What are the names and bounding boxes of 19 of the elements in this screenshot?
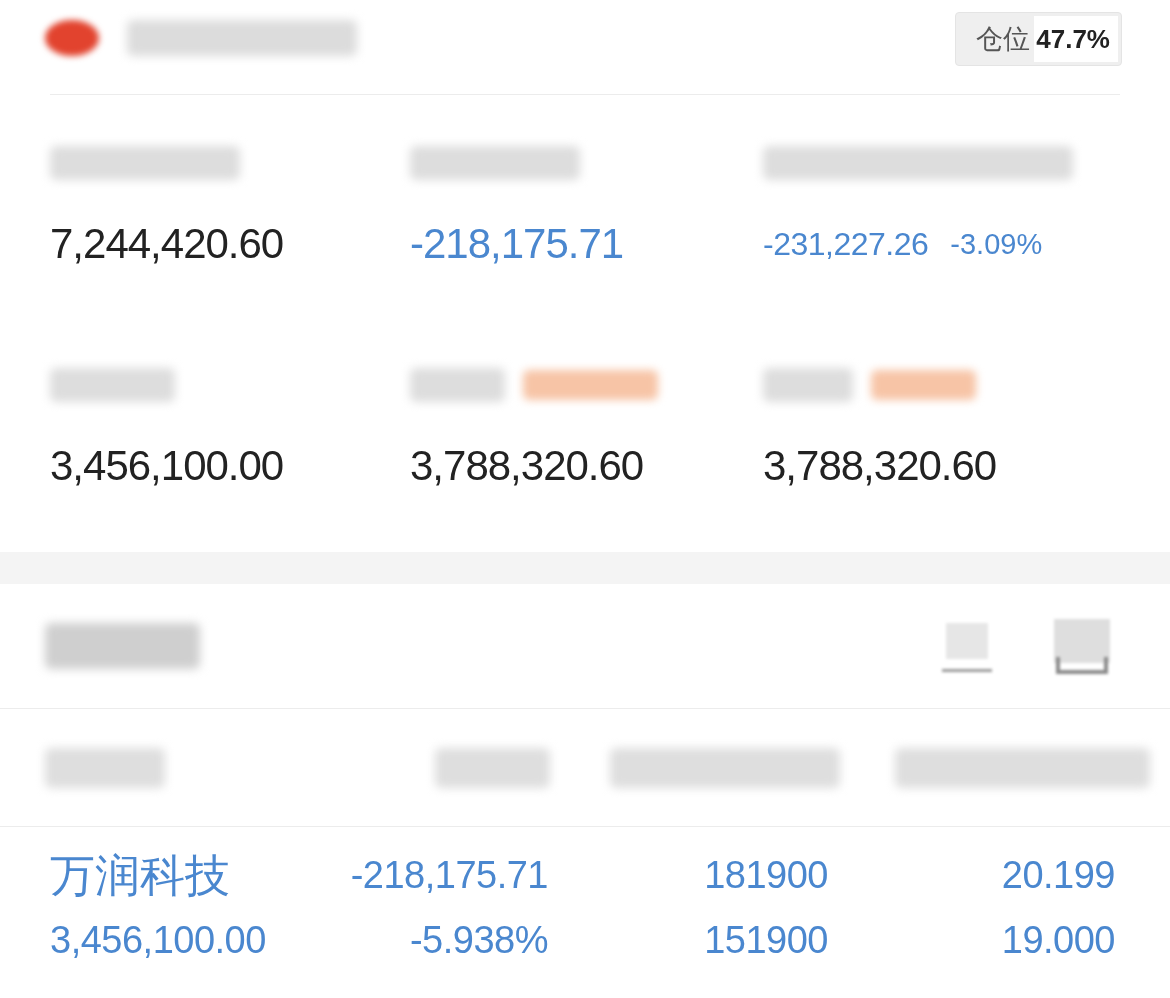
stat-value: -231,227.26 — [763, 225, 929, 264]
table-cell-text: 181900 — [704, 853, 828, 898]
table-cell-text: -5.938% — [409, 918, 548, 963]
blurred-icon[interactable] — [1052, 617, 1112, 675]
table-cell-text: 151900 — [704, 918, 828, 963]
stat-value: -218,175.71 — [410, 219, 624, 269]
table-cell-text: 19.000 — [1001, 918, 1115, 963]
badge-value: 47.7% — [1034, 16, 1118, 62]
stat-value: 3,788,320.60 — [763, 441, 997, 491]
table-cell-text: 万润科技 — [50, 849, 230, 903]
table-cell-text: -218,175.71 — [350, 853, 548, 898]
logo-icon — [45, 20, 99, 56]
stat-value: 7,244,420.60 — [50, 219, 284, 269]
stat-value: 3,456,100.00 — [50, 441, 284, 491]
stat-percent: -3.09% — [950, 227, 1043, 262]
table-cell-text: 3,456,100.00 — [50, 918, 266, 963]
badge-label: 仓位 — [976, 23, 1032, 56]
stat-value: 3,788,320.60 — [410, 441, 644, 491]
table-cell-text: 20.199 — [1001, 853, 1115, 898]
